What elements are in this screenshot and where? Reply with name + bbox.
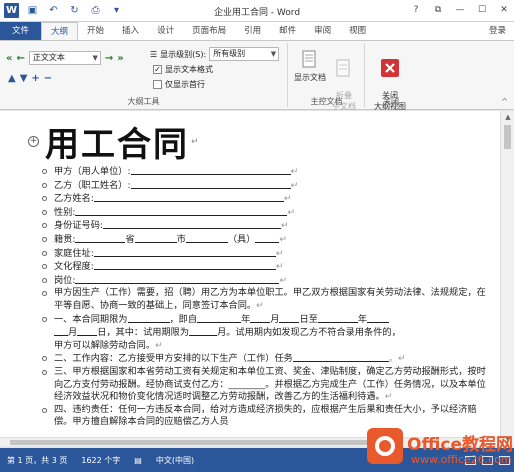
master-document-group-label: 主控文档 [310,97,343,106]
bullet-icon [42,369,47,375]
list-item: 三、甲方根据国家和本省劳动工资有关规定和本单位工资、奖金、津贴制度，确定乙方劳动… [40,366,490,404]
document-heading: + 用工合同 ↵ [28,117,199,166]
tab-review[interactable]: 审阅 [305,22,340,40]
scroll-thumb[interactable] [504,125,511,149]
bullet-icon [42,316,47,322]
list-item: 二、工作内容：乙方接受甲方安排的以下生产（工作）任务 。↵ [40,352,490,366]
close-x-icon [381,59,399,77]
expand-icon[interactable]: + [31,73,39,84]
proofing-icon[interactable]: ▤ [127,456,149,465]
tab-file[interactable]: 文件 [0,22,42,40]
show-level-select[interactable]: 所有级别 ▼ [209,47,280,61]
bullet-icon [42,264,47,270]
list-item: 性别: ↵ [40,206,490,220]
list-item: 甲方因生产（工作）需要，招（聘）用乙方为本单位职工。甲乙双方根据国家有关劳动法律… [40,287,490,312]
bullet-icon [42,169,47,174]
show-document-button[interactable]: 显示文档 [293,49,327,83]
outline-level-select[interactable]: 正文文本 ▼ [28,51,101,65]
tab-outline[interactable]: 大纲 [41,22,79,40]
collapse-subdocument-icon [336,59,350,77]
bullet-icon [42,223,47,229]
list-item: 一、本合同期限为 ，即自年月日至年 [40,313,490,327]
bullet-icon [42,250,47,256]
show-level-icon: ☰ [150,49,158,59]
collapse-icon[interactable]: − [44,73,52,84]
promote-icon[interactable]: ← [16,53,24,64]
list-item: 籍贯: 省市（具） ↵ [40,233,490,247]
tab-view[interactable]: 视图 [340,22,375,40]
chevron-down-icon: ▼ [270,50,277,58]
collapse-ribbon-icon[interactable]: ^ [501,97,508,106]
watermark-brand: Office教程网 [407,435,514,455]
list-item-continued: 甲方可以解除劳动合同。↵ [54,339,163,351]
outline-expand-icon[interactable]: + [28,136,39,147]
minimize-icon[interactable]: — [452,3,468,18]
bullet-icon [42,407,47,413]
bullet-icon [42,209,47,215]
document-area[interactable]: + 用工合同 ↵ 甲方（用人单位）: ↵ 乙方（职工姓名）: ↵ 乙方姓名: ↵ 性别… [0,111,500,445]
ribbon: « ← 正文文本 ▼ → » ▲ ▼ + − ☰ 显示级别(S): 所有级别 ▼… [0,40,514,111]
bullet-icon [42,356,47,362]
title-bar: W ▣ ↶ ↻ ⎙ ▾ 企业用工合同 - Word ? ⧉ — ☐ ✕ [0,0,514,22]
ribbon-tabs: 文件 大纲 开始 插入 设计 页面布局 引用 邮件 审阅 视图 登录 [0,22,514,40]
bullet-icon [42,196,47,202]
chevron-down-icon: ▼ [92,54,98,62]
login-link[interactable]: 登录 [481,22,514,40]
close-group-label: 关闭 [383,97,399,106]
move-up-icon[interactable]: ▲ [8,73,16,84]
bullet-icon [42,236,47,242]
close-icon[interactable]: ✕ [496,3,512,18]
show-first-line-checkbox[interactable]: 仅显示首行 [153,79,205,90]
scroll-up-icon[interactable]: ▲ [501,111,514,123]
help-icon[interactable]: ? [408,3,424,18]
outline-tools-group-label: 大纲工具 [127,97,160,106]
checkbox-unchecked-icon [153,80,162,89]
demote-icon[interactable]: → [105,53,113,64]
paragraph-mark-icon: ↵ [191,136,199,147]
maximize-icon[interactable]: ☐ [474,3,490,18]
word-count[interactable]: 1622 个字 [74,455,127,466]
checkbox-checked-icon: ✓ [153,65,162,74]
bullet-icon [42,291,47,297]
page-count[interactable]: 第 1 页，共 3 页 [0,455,74,466]
list-item-continued: 月日，其中：试用期限为 月。试用期内如发现乙方不符合录用条件的， [40,326,490,340]
list-item: 岗位: ↵ [40,274,490,288]
list-item: 甲方（用人单位）: ↵ [40,165,490,179]
promote-to-heading1-icon[interactable]: « [6,53,12,64]
heading-text: 用工合同 [45,125,189,165]
site-watermark: Office教程网 www.office26.com [367,424,514,472]
tab-mailings[interactable]: 邮件 [270,22,305,40]
show-level-label: 显示级别(S): [160,49,207,59]
tab-home[interactable]: 开始 [78,22,113,40]
language-indicator[interactable]: 中文(中国) [149,455,201,466]
tab-references[interactable]: 引用 [235,22,270,40]
master-document-group: 显示文档 折叠 子文档 主控文档 [289,43,365,111]
ribbon-display-icon[interactable]: ⧉ [430,3,446,18]
show-document-icon [302,50,316,68]
demote-to-body-icon[interactable]: » [117,53,123,64]
show-text-format-checkbox[interactable]: ✓ 显示文本格式 [153,64,213,75]
watermark-url: www.office26.com [411,453,512,466]
horizontal-scroll-thumb[interactable] [10,440,382,445]
close-group: 关闭 大纲视图 关闭 [366,43,416,111]
office-logo-icon [367,428,403,464]
list-item: 家庭住址: ↵ [40,247,490,261]
list-item: 乙方（职工姓名）: ↵ [40,179,490,193]
tab-design[interactable]: 设计 [148,22,183,40]
bullet-icon [42,277,47,283]
outline-lines: 甲方（用人单位）: ↵ 乙方（职工姓名）: ↵ 乙方姓名: ↵ 性别: ↵ 身份证号码:… [40,165,490,429]
list-item: 文化程度: ↵ [40,260,490,274]
list-item: 乙方姓名: ↵ [40,192,490,206]
list-item: 身份证号码: ↵ [40,219,490,233]
vertical-scrollbar[interactable]: ▲ ▼ [500,111,514,445]
tab-insert[interactable]: 插入 [113,22,148,40]
outline-tools-group: « ← 正文文本 ▼ → » ▲ ▼ + − ☰ 显示级别(S): 所有级别 ▼… [0,43,288,107]
window-controls: ? ⧉ — ☐ ✕ [408,3,512,18]
bullet-icon [42,182,47,188]
move-down-icon[interactable]: ▼ [20,73,28,84]
tab-page-layout[interactable]: 页面布局 [183,22,235,40]
